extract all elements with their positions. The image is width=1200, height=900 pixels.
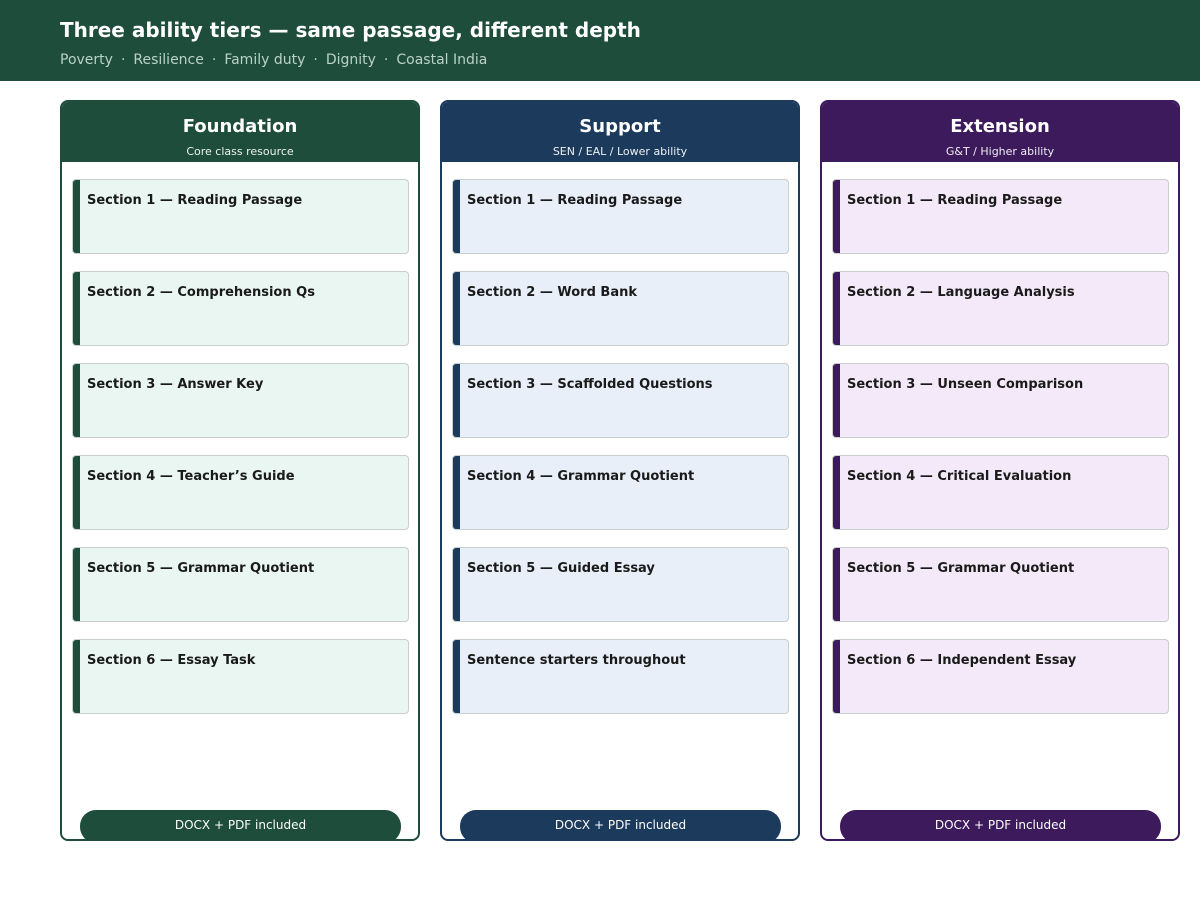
section-label: Section 5 — Guided Essay [467, 561, 655, 576]
section-label: Section 4 — Teacher’s Guide [87, 469, 295, 484]
format-badge: DOCX + PDF included [460, 810, 781, 839]
section-item: Section 3 — Scaffolded Questions [452, 363, 789, 438]
section-label: Sentence starters throughout [467, 653, 686, 668]
section-label: Section 4 — Critical Evaluation [847, 469, 1072, 484]
section-item: Section 6 — Independent Essay [832, 639, 1169, 714]
section-accent-bar [453, 180, 460, 253]
section-item: Section 2 — Comprehension Qs [72, 271, 409, 346]
tier-card-foundation: Foundation Core class resource Section 1… [60, 100, 420, 841]
format-badge: DOCX + PDF included [80, 810, 401, 839]
section-item: Section 3 — Answer Key [72, 363, 409, 438]
section-item: Section 5 — Grammar Quotient [72, 547, 409, 622]
tag-separator: · [383, 52, 389, 68]
tag: Family duty [224, 52, 306, 68]
section-item: Section 5 — Grammar Quotient [832, 547, 1169, 622]
section-accent-bar [73, 364, 80, 437]
section-item: Section 4 — Teacher’s Guide [72, 455, 409, 530]
tier-card-extension: Extension G&T / Higher ability Section 1… [820, 100, 1180, 841]
section-label: Section 1 — Reading Passage [467, 193, 683, 208]
section-label: Section 6 — Independent Essay [847, 653, 1077, 668]
section-accent-bar [73, 548, 80, 621]
tier-title: Foundation [182, 116, 298, 137]
section-accent-bar [833, 364, 840, 437]
section-label: Section 3 — Unseen Comparison [847, 377, 1084, 392]
section-accent-bar [833, 640, 840, 713]
section-label: Section 5 — Grammar Quotient [87, 561, 315, 576]
section-label: Section 4 — Grammar Quotient [467, 469, 695, 484]
tier-subtitle: G&T / Higher ability [945, 145, 1055, 158]
page-title: Three ability tiers — same passage, diff… [60, 18, 641, 42]
section-item: Section 2 — Language Analysis [832, 271, 1169, 346]
section-label: Section 3 — Scaffolded Questions [467, 377, 713, 392]
tier-card-support: Support SEN / EAL / Lower ability Sectio… [440, 100, 800, 841]
section-accent-bar [73, 456, 80, 529]
section-accent-bar [833, 548, 840, 621]
section-label: Section 6 — Essay Task [87, 653, 256, 668]
section-accent-bar [73, 640, 80, 713]
section-item: Section 5 — Guided Essay [452, 547, 789, 622]
section-item: Section 4 — Critical Evaluation [832, 455, 1169, 530]
section-label: Section 2 — Language Analysis [847, 285, 1075, 300]
tag-separator: · [211, 52, 217, 68]
tag-separator: · [313, 52, 318, 68]
format-badge: DOCX + PDF included [840, 810, 1161, 839]
tag: Dignity [325, 52, 376, 68]
section-accent-bar [453, 272, 460, 345]
section-accent-bar [453, 640, 460, 713]
section-item: Section 2 — Word Bank [452, 271, 789, 346]
section-accent-bar [73, 180, 80, 253]
section-item: Section 6 — Essay Task [72, 639, 409, 714]
tier-subtitle: Core class resource [186, 145, 294, 158]
section-accent-bar [453, 456, 460, 529]
section-label: Section 2 — Comprehension Qs [87, 285, 315, 300]
section-accent-bar [833, 456, 840, 529]
tier-header: Support SEN / EAL / Lower ability [442, 102, 798, 162]
section-accent-bar [833, 180, 840, 253]
header-banner: Three ability tiers — same passage, diff… [0, 0, 1200, 81]
tag: Poverty [60, 52, 113, 68]
section-label: Section 3 — Answer Key [87, 377, 264, 392]
tag: Resilience [133, 52, 204, 68]
section-label: Section 2 — Word Bank [467, 285, 637, 300]
section-label: Section 1 — Reading Passage [87, 193, 303, 208]
section-accent-bar [453, 548, 460, 621]
section-item: Sentence starters throughout [452, 639, 789, 714]
tag-separator: · [120, 52, 126, 68]
theme-tags: Poverty · Resilience · Family duty · Dignity · C… [60, 52, 487, 68]
section-item: Section 1 — Reading Passage [452, 179, 789, 254]
tier-header: Extension G&T / Higher ability [822, 102, 1178, 162]
section-item: Section 3 — Unseen Comparison [832, 363, 1169, 438]
tier-header: Foundation Core class resource [62, 102, 418, 162]
tag: Coastal India [396, 52, 488, 68]
tier-title: Extension [950, 116, 1050, 137]
section-item: Section 1 — Reading Passage [72, 179, 409, 254]
section-label: Section 1 — Reading Passage [847, 193, 1063, 208]
section-label: Section 5 — Grammar Quotient [847, 561, 1075, 576]
section-accent-bar [73, 272, 80, 345]
tier-title: Support [579, 116, 661, 137]
section-accent-bar [453, 364, 460, 437]
section-item: Section 1 — Reading Passage [832, 179, 1169, 254]
section-item: Section 4 — Grammar Quotient [452, 455, 789, 530]
section-accent-bar [833, 272, 840, 345]
tier-subtitle: SEN / EAL / Lower ability [552, 145, 688, 158]
